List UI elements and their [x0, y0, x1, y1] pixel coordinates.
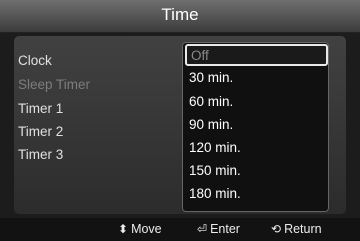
page-title: Time [161, 5, 199, 24]
separator-colon: : [175, 79, 179, 93]
return-icon: ⟲ [271, 222, 282, 236]
hint-return: ⟲ Return [271, 222, 322, 236]
menu-item-clock[interactable]: Clock [18, 53, 52, 68]
dropdown-option-selected[interactable]: Off [185, 44, 328, 66]
separator-colon: : [175, 55, 179, 69]
menu-item-timer-1[interactable]: Timer 1 [18, 101, 63, 116]
separator-colon: : [175, 103, 179, 117]
menu-item-timer-2[interactable]: Timer 2 [18, 124, 63, 139]
title-bar: Time [0, 0, 360, 33]
separator-colon: : [175, 126, 179, 140]
menu-item-timer-3[interactable]: Timer 3 [18, 147, 63, 162]
dropdown-option[interactable]: 30 min. [189, 70, 233, 85]
hint-enter-label: Enter [210, 222, 240, 236]
dropdown-option[interactable]: 60 min. [189, 94, 233, 109]
dropdown-option[interactable]: 180 min. [189, 186, 241, 201]
dropdown-option[interactable]: 150 min. [189, 163, 241, 178]
enter-icon: ⏎ [197, 222, 208, 236]
dropdown-selected-label: Off [191, 48, 209, 63]
dropdown-option[interactable]: 90 min. [189, 117, 233, 132]
up-down-arrows-icon: ⬍ [118, 222, 129, 236]
footer-bar: ⬍ Move ⏎ Enter ⟲ Return [0, 218, 360, 241]
separator-colon: : [175, 149, 179, 163]
hint-move: ⬍ Move [118, 222, 162, 236]
hint-move-label: Move [131, 222, 162, 236]
hint-return-label: Return [284, 222, 322, 236]
hint-enter: ⏎ Enter [197, 222, 240, 236]
menu-item-sleep-timer[interactable]: Sleep Timer [18, 77, 90, 92]
dropdown-option[interactable]: 120 min. [189, 140, 241, 155]
